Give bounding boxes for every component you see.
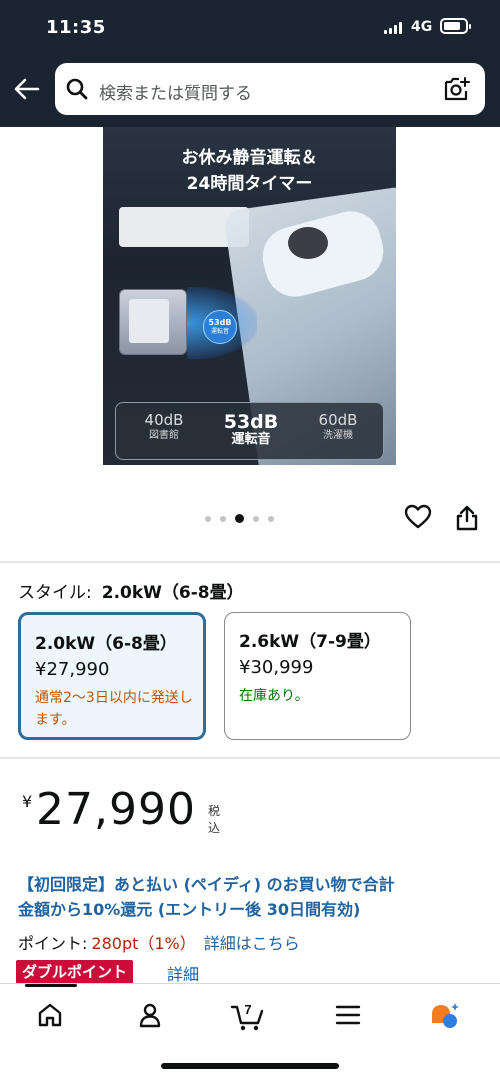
divider — [0, 757, 500, 759]
style-option-2-0kw[interactable]: 2.0kW（6-8畳） ¥27,990 通常2〜3日以内に発送します。 — [18, 612, 206, 740]
style-option-name: 2.0kW（6-8畳） — [35, 634, 177, 654]
account-icon — [139, 1003, 161, 1028]
status-time: 11:35 — [46, 17, 106, 38]
style-option-price: ¥30,999 — [239, 657, 314, 678]
search-input[interactable]: 検索または質問する — [99, 79, 252, 104]
promo-line1: 【初回限定】あと払い (ペイディ) のお買い物で合計 — [18, 875, 395, 894]
carousel-dot[interactable] — [268, 515, 274, 522]
style-option-availability: 通常2〜3日以内に発送します。 — [35, 690, 193, 728]
rufus-icon — [432, 1003, 459, 1028]
noise-level-comparison: 40dB 図書館 53dB 運転音 60dB 洗濯機 — [115, 402, 384, 460]
carousel-dot[interactable] — [220, 515, 226, 522]
style-selector-label: スタイル: 2.0kW（6-8畳） — [18, 578, 244, 603]
search-bar[interactable]: 検索または質問する — [55, 63, 485, 115]
product-image[interactable]: お休み静音運転＆ 24時間タイマー 53dB 運転音 40dB 図書館 53dB… — [103, 127, 396, 465]
style-option-name: 2.6kW（7-9畳） — [239, 632, 381, 652]
image-headline-line2: 24時間タイマー — [186, 174, 313, 194]
nav-account[interactable] — [128, 998, 172, 1032]
back-button[interactable] — [12, 74, 42, 104]
noise-level-high: 60dB 洗濯機 — [308, 411, 368, 443]
home-icon — [38, 1003, 62, 1027]
price-tax-note: 税込 — [208, 804, 221, 835]
paidy-promo-link[interactable]: 【初回限定】あと払い (ペイディ) のお買い物で合計 金額から10%還元 (エン… — [18, 872, 483, 922]
nav-cart[interactable]: 7 — [226, 998, 270, 1032]
noise-badge-label: 運転音 — [210, 328, 229, 335]
double-points-details-link[interactable]: 詳細 — [167, 961, 199, 985]
nav-rufus[interactable] — [424, 998, 468, 1032]
double-points-badge: ダブルポイント — [16, 960, 134, 984]
share-icon[interactable] — [454, 504, 480, 532]
noise-level-value: 53dB — [223, 411, 279, 433]
style-selected-value: 2.0kW（6-8畳） — [101, 583, 244, 603]
carousel-dot[interactable] — [253, 515, 259, 522]
style-option-availability: 在庫あり。 — [239, 688, 309, 704]
heart-icon[interactable] — [404, 504, 432, 530]
camera-search-icon[interactable] — [443, 76, 471, 102]
carousel-dot[interactable] — [205, 515, 211, 522]
noise-level-value: 60dB — [318, 411, 358, 429]
points-value: 280pt（1%） — [91, 934, 196, 953]
carousel-dot-active[interactable] — [235, 514, 244, 523]
menu-icon — [335, 1005, 361, 1025]
home-indicator — [161, 1063, 339, 1069]
noise-level-current: 53dB 運転音 — [216, 411, 286, 447]
style-label: スタイル: — [18, 583, 92, 603]
nav-menu[interactable] — [326, 998, 370, 1032]
noise-level-label: 洗濯機 — [323, 430, 353, 441]
network-type: 4G — [411, 19, 433, 35]
noise-level-low: 40dB 図書館 — [134, 411, 194, 443]
back-arrow-icon — [14, 78, 40, 100]
price-amount: 27,990 — [36, 784, 196, 835]
noise-badge: 53dB 運転音 — [203, 310, 237, 344]
price-currency: ¥ — [22, 792, 33, 811]
image-headline-line1: お休み静音運転＆ — [181, 148, 318, 168]
search-icon — [66, 78, 88, 100]
points-label: ポイント: — [18, 934, 88, 953]
signal-icon — [384, 22, 402, 34]
points-row: ポイント: 280pt（1%） 詳細はこちら — [18, 930, 300, 954]
noise-level-value: 40dB — [144, 411, 184, 429]
points-details-link[interactable]: 詳細はこちら — [204, 934, 300, 953]
control-panel-graphic — [129, 299, 169, 343]
sleeping-person-graphic — [288, 227, 328, 259]
style-option-2-6kw[interactable]: 2.6kW（7-9畳） ¥30,999 在庫あり。 — [224, 612, 411, 740]
battery-icon — [440, 18, 471, 34]
noise-level-label: 運転音 — [231, 432, 271, 447]
style-option-price: ¥27,990 — [35, 659, 110, 680]
image-headline: お休み静音運転＆ 24時間タイマー — [103, 145, 396, 197]
cart-icon: 7 — [230, 1002, 264, 1031]
noise-level-label: 図書館 — [149, 430, 179, 441]
image-carousel-dots[interactable] — [205, 514, 274, 523]
noise-badge-value: 53dB — [208, 318, 232, 327]
promo-line2: 金額から10%還元 (エントリー後 30日間有効) — [18, 900, 361, 919]
status-bar: 11:35 4G — [0, 0, 500, 56]
header: 11:35 4G 検索または質問する — [0, 0, 500, 127]
nav-home[interactable] — [28, 998, 72, 1032]
cart-count: 7 — [244, 1002, 251, 1017]
divider — [0, 561, 500, 563]
active-tab-indicator — [25, 984, 77, 987]
